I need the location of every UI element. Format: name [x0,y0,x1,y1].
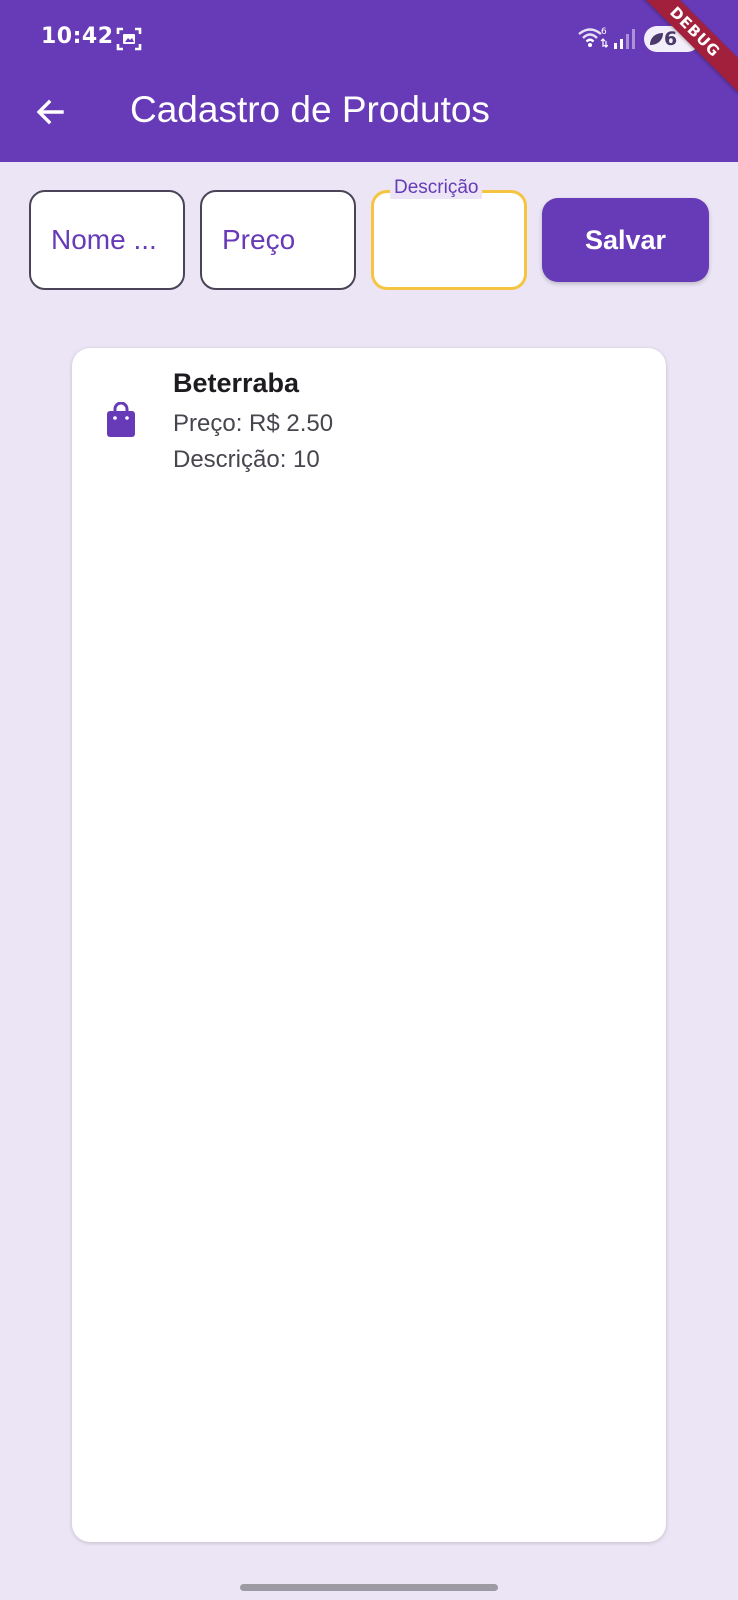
price-field-text: Preço [222,224,296,255]
status-bar: 10:42 6 6 [0,0,738,78]
product-name: Beterraba [173,368,300,398]
description-field-label: Descrição [390,177,483,199]
shopping-bag-icon [107,402,135,437]
status-time: 10:42 [41,24,114,49]
arrow-back-icon [36,99,64,125]
product-form: Nome ... Preço Descrição Salvar [0,162,738,302]
product-price: Preço: R$ 2.50 [173,410,334,437]
wifi-icon: 6 [578,27,608,48]
list-item[interactable]: Beterraba Preço: R$ 2.50 Descrição: 10 [72,348,666,488]
signal-icon [614,29,635,49]
product-description: Descrição: 10 [173,446,320,473]
product-list: Beterraba Preço: R$ 2.50 Descrição: 10 [72,348,666,1542]
screenshot-icon [116,27,142,51]
back-button[interactable] [28,90,72,134]
leaf-icon [650,33,663,45]
name-field-text: Nome ... [51,224,157,255]
battery-level: 6 [664,28,678,50]
save-button[interactable]: Salvar [542,198,709,282]
price-field[interactable]: Preço [200,190,356,290]
svg-text:6: 6 [601,27,607,37]
app-bar: Cadastro de Produtos [0,78,738,162]
navigation-handle[interactable] [240,1584,498,1591]
page-title: Cadastro de Produtos [130,89,490,130]
name-field[interactable]: Nome ... [29,190,185,290]
description-field[interactable] [371,190,527,290]
